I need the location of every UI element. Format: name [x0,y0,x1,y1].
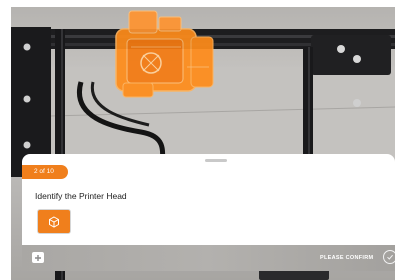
plus-icon [35,254,41,261]
ar-printer-head-overlay[interactable] [115,10,214,98]
confirm-button[interactable] [383,250,395,264]
instruction-sheet: 2 of 10 Identify the Printer Head [22,154,395,245]
instruction-text: Identify the Printer Head [35,191,127,201]
add-button[interactable] [32,252,44,263]
confirm-label: PLEASE CONFIRM [320,255,374,261]
sheet-drag-handle[interactable] [205,159,227,162]
ar-instruction-screen: 2 of 10 Identify the Printer Head PLEASE… [0,0,395,280]
cube-icon [49,215,59,228]
check-circle-icon [387,254,393,260]
step-badge: 2 of 10 [22,165,68,179]
part-thumbnail-button[interactable] [37,209,71,234]
bottom-action-bar: PLEASE CONFIRM [22,245,395,271]
